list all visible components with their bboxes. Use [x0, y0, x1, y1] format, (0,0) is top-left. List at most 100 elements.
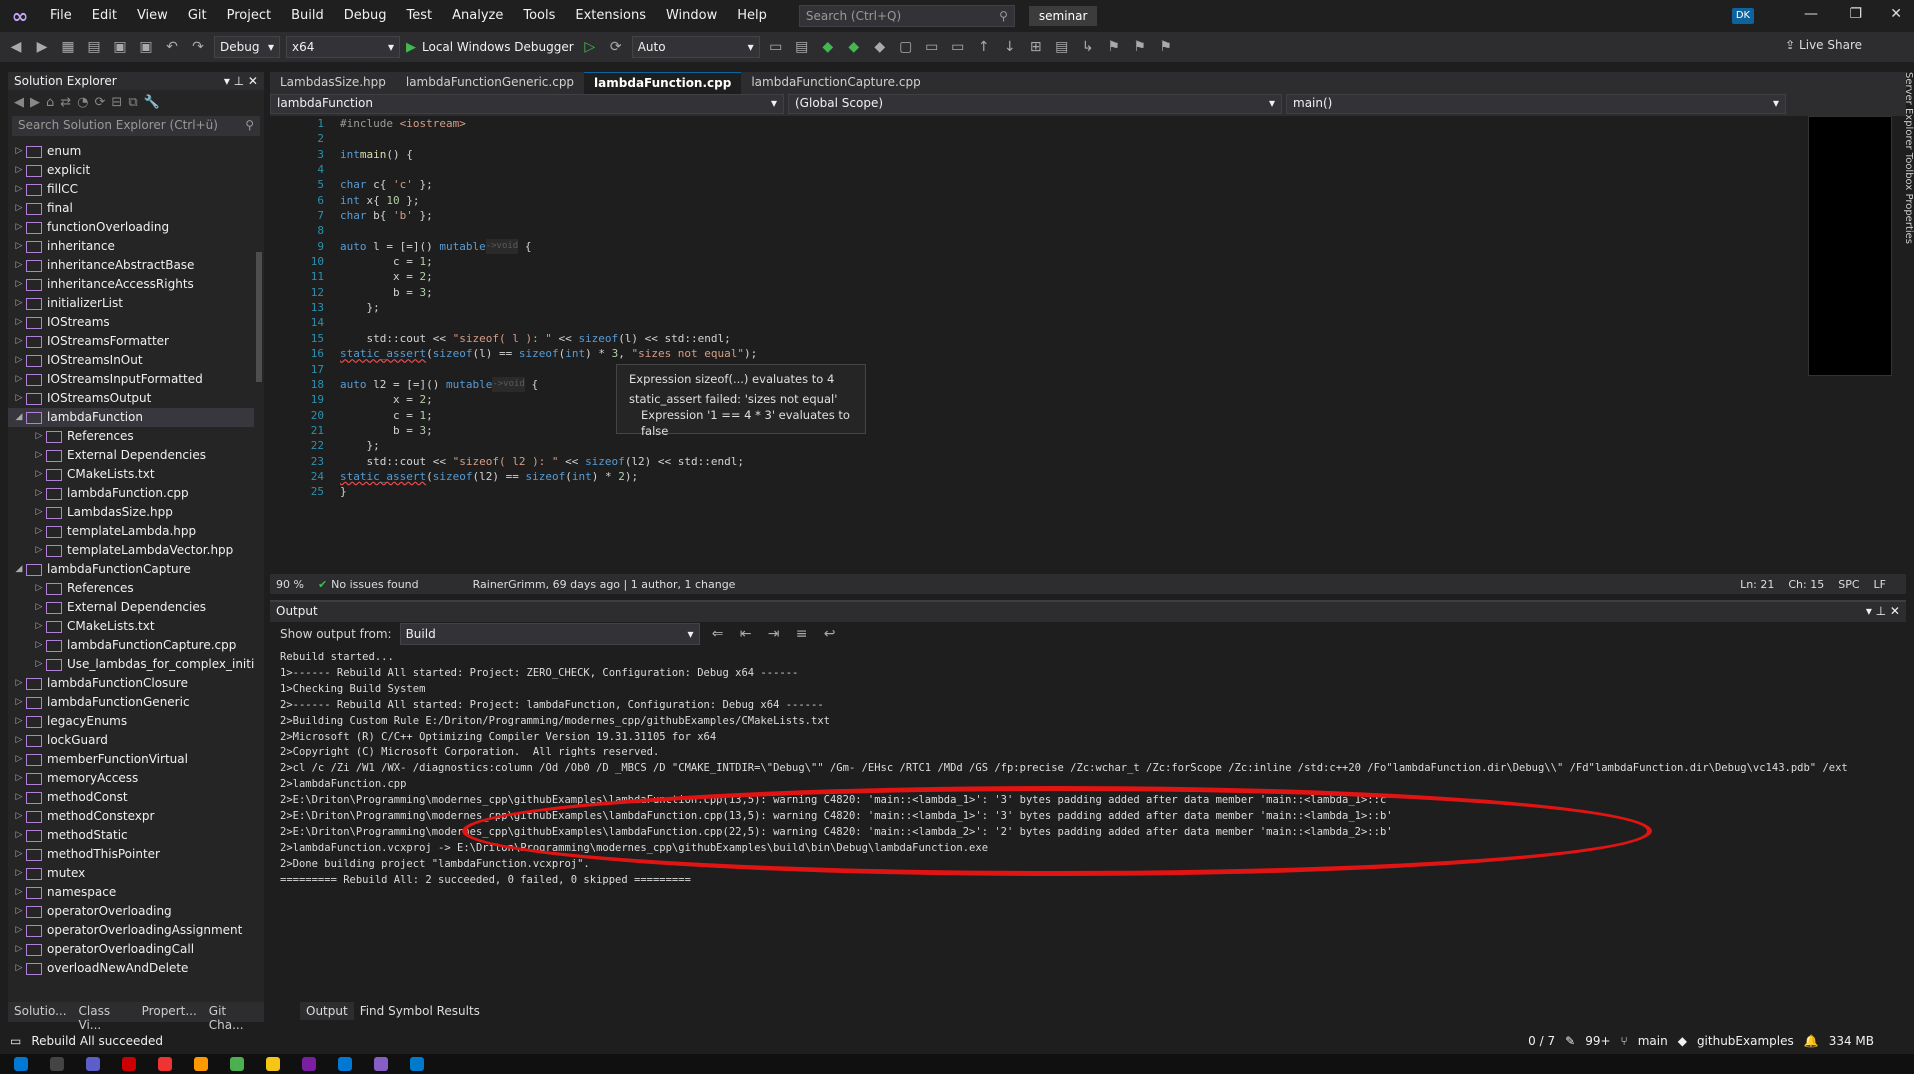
explorer-icon[interactable]: [266, 1057, 280, 1071]
tree-item[interactable]: ▷ CMakeLists.txt: [8, 617, 264, 636]
member-select[interactable]: main() ▾: [1286, 94, 1786, 114]
pending-changes-icon[interactable]: ◔: [77, 95, 88, 110]
expand-icon[interactable]: ▷: [12, 199, 26, 218]
output-source-select[interactable]: Build ▾: [399, 623, 700, 645]
pin-icon[interactable]: ▾ ⊥ ✕: [1866, 604, 1900, 620]
teams-icon[interactable]: [86, 1057, 100, 1071]
app-icon[interactable]: [158, 1057, 172, 1071]
expand-icon[interactable]: ▷: [32, 579, 46, 598]
tree-item[interactable]: ▷ LambdasSize.hpp: [8, 503, 264, 522]
tree-item[interactable]: ▷ inheritanceAccessRights: [8, 275, 264, 294]
tree-item[interactable]: ▷ methodConstexpr: [8, 807, 264, 826]
expand-icon[interactable]: ▷: [12, 256, 26, 275]
scope-select[interactable]: (Global Scope) ▾: [788, 94, 1282, 114]
menu-test[interactable]: Test: [397, 0, 443, 32]
start-icon[interactable]: [14, 1057, 28, 1071]
tree-item[interactable]: ▷ lambdaFunctionCapture.cpp: [8, 636, 264, 655]
expand-icon[interactable]: ▷: [12, 845, 26, 864]
tree-item[interactable]: ▷ operatorOverloadingAssignment: [8, 921, 264, 940]
visual-studio-icon[interactable]: [374, 1057, 388, 1071]
undo-icon[interactable]: ↶: [162, 39, 182, 55]
forward-icon[interactable]: ▶: [30, 95, 40, 110]
home-icon[interactable]: ⌂: [46, 95, 54, 110]
expand-icon[interactable]: ▷: [32, 598, 46, 617]
back-icon[interactable]: ◀: [14, 95, 24, 110]
start-debugging-icon[interactable]: ▶: [406, 40, 416, 55]
expand-icon[interactable]: ▷: [12, 902, 26, 921]
tree-item[interactable]: ▷ IOStreams: [8, 313, 264, 332]
switch-views-icon[interactable]: ⇄: [60, 95, 71, 110]
tree-item[interactable]: ▷ overloadNewAndDelete: [8, 959, 264, 978]
layout-icon[interactable]: ▤: [792, 39, 812, 55]
comment-icon[interactable]: ▭: [922, 39, 942, 55]
expand-icon[interactable]: ▷: [12, 807, 26, 826]
search-input[interactable]: Search (Ctrl+Q) ⚲: [798, 5, 1015, 27]
chrome-icon[interactable]: [230, 1057, 244, 1071]
maximize-icon[interactable]: ❐: [1849, 6, 1862, 22]
editor-tab[interactable]: lambdaFunction.cpp: [584, 72, 742, 94]
save-icon[interactable]: ▣: [110, 39, 130, 55]
tree-item[interactable]: ▷ lambdaFunctionGeneric: [8, 693, 264, 712]
tree-item[interactable]: ▷ IOStreamsOutput: [8, 389, 264, 408]
tree-item[interactable]: ▷ lockGuard: [8, 731, 264, 750]
expand-icon[interactable]: ▷: [12, 674, 26, 693]
tree-item[interactable]: ▷ inheritance: [8, 237, 264, 256]
tree-item[interactable]: ▷ methodConst: [8, 788, 264, 807]
tree-item[interactable]: ▷ explicit: [8, 161, 264, 180]
tree-item[interactable]: ▷ References: [8, 579, 264, 598]
open-icon[interactable]: ▤: [84, 39, 104, 55]
vscode-icon[interactable]: [410, 1057, 424, 1071]
debugger-button[interactable]: Local Windows Debugger: [422, 40, 574, 54]
project-select[interactable]: lambdaFunction ▾: [270, 94, 784, 114]
find-message-icon[interactable]: ⇐: [708, 626, 728, 642]
menu-view[interactable]: View: [127, 0, 178, 32]
collapse-all-icon[interactable]: ⊟: [111, 95, 122, 110]
tree-item[interactable]: ▷ inheritanceAbstractBase: [8, 256, 264, 275]
expand-icon[interactable]: ▷: [12, 389, 26, 408]
expand-icon[interactable]: ▷: [12, 142, 26, 161]
expand-icon[interactable]: ▷: [12, 826, 26, 845]
expand-icon[interactable]: ▷: [12, 959, 26, 978]
minimize-icon[interactable]: —: [1804, 6, 1818, 22]
tree-item[interactable]: ▷ fillCC: [8, 180, 264, 199]
app-icon[interactable]: [302, 1057, 316, 1071]
git-fetch-icon[interactable]: ◆: [818, 39, 838, 55]
start-without-debugging-icon[interactable]: ▷: [580, 39, 600, 55]
zoom-select[interactable]: 90 %: [276, 578, 304, 591]
bookmark-prev-icon[interactable]: ⚑: [1130, 39, 1150, 55]
app-icon[interactable]: [122, 1057, 136, 1071]
expand-icon[interactable]: ▷: [32, 465, 46, 484]
expand-icon[interactable]: ▷: [12, 712, 26, 731]
clear-all-icon[interactable]: ≡: [792, 626, 812, 642]
expand-icon[interactable]: ▷: [12, 788, 26, 807]
task-view-icon[interactable]: [50, 1057, 64, 1071]
expand-icon[interactable]: ▷: [32, 484, 46, 503]
menu-window[interactable]: Window: [656, 0, 727, 32]
expand-icon[interactable]: ▷: [12, 237, 26, 256]
expand-icon[interactable]: ▷: [12, 275, 26, 294]
branch-name[interactable]: main: [1638, 1034, 1668, 1048]
expand-icon[interactable]: ▷: [12, 693, 26, 712]
editor-tab[interactable]: LambdasSize.hpp: [270, 72, 396, 94]
redo-icon[interactable]: ↷: [188, 39, 208, 55]
show-all-files-icon[interactable]: ⧉: [128, 95, 137, 110]
tree-item[interactable]: ▷ methodThisPointer: [8, 845, 264, 864]
tree-item[interactable]: ▷ CMakeLists.txt: [8, 465, 264, 484]
expand-icon[interactable]: ▷: [12, 769, 26, 788]
forward-icon[interactable]: ▶: [32, 39, 52, 55]
back-icon[interactable]: ◀: [6, 39, 26, 55]
arrow-up-icon[interactable]: ↑: [974, 39, 994, 55]
solution-search-input[interactable]: Search Solution Explorer (Ctrl+ü) ⚲: [12, 116, 260, 136]
menu-edit[interactable]: Edit: [82, 0, 127, 32]
firefox-icon[interactable]: [194, 1057, 208, 1071]
tree-item[interactable]: ▷ templateLambdaVector.hpp: [8, 541, 264, 560]
output-tab[interactable]: Output: [300, 1002, 354, 1020]
expand-icon[interactable]: ▷: [12, 351, 26, 370]
editor-tab[interactable]: lambdaFunctionCapture.cpp: [741, 72, 930, 94]
expand-icon[interactable]: ▷: [12, 921, 26, 940]
expand-icon[interactable]: ▷: [12, 370, 26, 389]
menu-git[interactable]: Git: [178, 0, 217, 32]
configuration-select[interactable]: Debug ▾: [214, 36, 280, 58]
code-editor[interactable]: 1 #include <iostream> 2 3 int main() { 4 5…: [270, 116, 1808, 574]
expand-icon[interactable]: ▷: [12, 864, 26, 883]
